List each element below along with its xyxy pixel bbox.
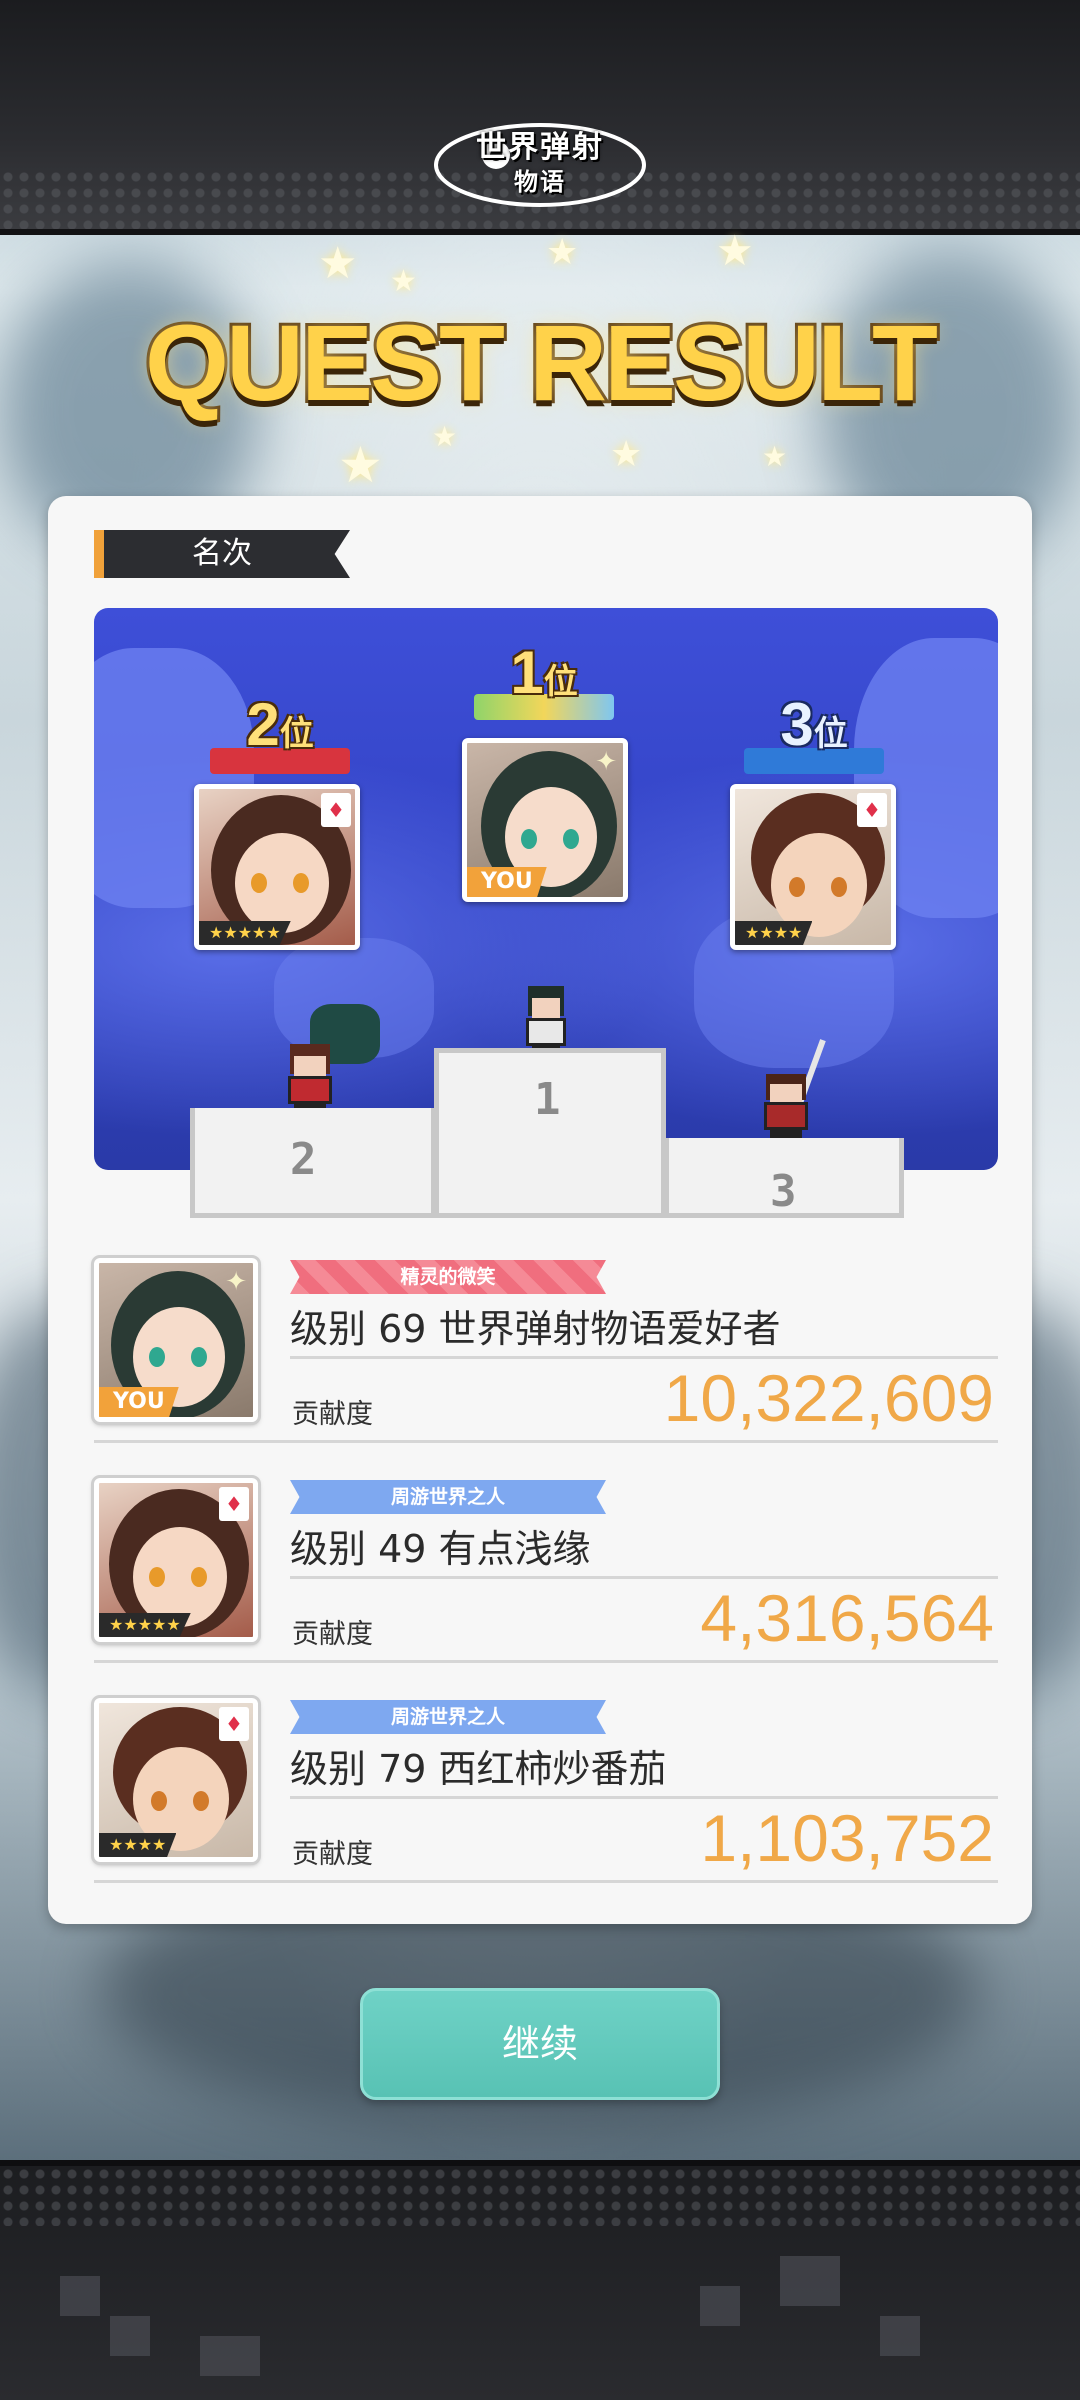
player-portrait: ♦ ★★★★★ [91,1475,261,1645]
player-portrait: ✦ YOU [91,1255,261,1425]
section-header: 名次 [94,530,350,578]
podium-scene: 1位 2位 3位 ✦ YOU ♦ ★★★★★ ♦ ★★★★ 1 [94,608,998,1170]
star-icon: ★ [610,434,643,475]
contribution-score: 4,316,564 [700,1581,994,1655]
pedestal-third-number: 3 [770,1166,797,1217]
player-name: 级别 79 西红柿炒番茄 [290,1747,667,1791]
divider [94,1440,998,1443]
star-icon: ★ [762,440,788,473]
star-icon: ★ [318,238,358,289]
star-icon: ★ [390,264,417,299]
section-header-label: 名次 [192,536,252,571]
rarity-stars: ★★★★★ [199,921,291,945]
rank3-banner: 3位 [780,691,848,758]
bottom-bar [0,2160,1080,2400]
continue-button[interactable]: 继续 [360,1988,720,2100]
rank2-banner: 2位 [246,691,314,758]
result-row: ♦ ★★★★ 周游世界之人 级别 79 西红柿炒番茄 贡献度 1,103,752 [91,1692,998,1892]
rank1-portrait: ✦ YOU [462,738,628,902]
you-badge: YOU [99,1387,179,1417]
rarity-stars: ★★★★ [99,1833,177,1857]
divider [290,1356,998,1359]
player-name: 级别 69 世界弹射物语爱好者 [290,1307,781,1351]
rank3-portrait: ♦ ★★★★ [730,784,896,950]
logo-text-bottom: 物语 [514,168,566,196]
rarity-stars: ★★★★★ [99,1613,191,1637]
you-badge: YOU [467,867,547,897]
sparkle-icon: ✦ [595,747,617,777]
pedestal-second-number: 2 [290,1134,317,1185]
pedestal-first-base [434,1170,666,1218]
contribution-label: 贡献度 [292,1399,373,1430]
player-name: 级别 49 有点浅缘 [290,1527,591,1571]
sparkle-icon: ✦ [225,1267,247,1297]
pedestal-first-number: 1 [534,1074,561,1125]
divider [94,1880,998,1883]
diamond-icon: ♦ [219,1707,249,1741]
divider [290,1796,998,1799]
rarity-stars: ★★★★ [735,921,813,945]
diamond-icon: ♦ [857,793,887,827]
contribution-label: 贡献度 [292,1619,373,1650]
game-logo: 世界弹射 物语 [430,115,650,215]
page-title: QUEST RESULT [142,299,941,426]
contribution-score: 10,322,609 [663,1361,994,1435]
title-badge: 周游世界之人 [290,1480,606,1514]
title-badge: 精灵的微笑 [290,1260,606,1294]
divider [94,1660,998,1663]
divider [290,1576,998,1579]
star-icon: ★ [716,226,754,275]
result-row: ✦ YOU 精灵的微笑 级别 69 世界弹射物语爱好者 贡献度 10,322,6… [91,1252,998,1452]
result-card: 名次 1位 2位 3位 ✦ YOU ♦ ★★★★★ ♦ ★★★★ 1 2 3 ✦… [48,496,1032,1924]
player-portrait: ♦ ★★★★ [91,1695,261,1865]
contribution-score: 1,103,752 [700,1801,994,1875]
diamond-icon: ♦ [321,793,351,827]
character-sprite [270,1004,380,1116]
diamond-icon: ♦ [219,1487,249,1521]
result-row: ♦ ★★★★★ 周游世界之人 级别 49 有点浅缘 贡献度 4,316,564 [91,1472,998,1672]
star-icon: ★ [546,232,579,273]
title-badge: 周游世界之人 [290,1700,606,1734]
contribution-label: 贡献度 [292,1839,373,1870]
star-icon: ★ [338,436,383,494]
character-sprite [754,1038,830,1148]
logo-text-top: 世界弹射 [476,130,604,165]
rank2-portrait: ♦ ★★★★★ [194,784,360,950]
rank1-banner: 1位 [510,639,578,706]
